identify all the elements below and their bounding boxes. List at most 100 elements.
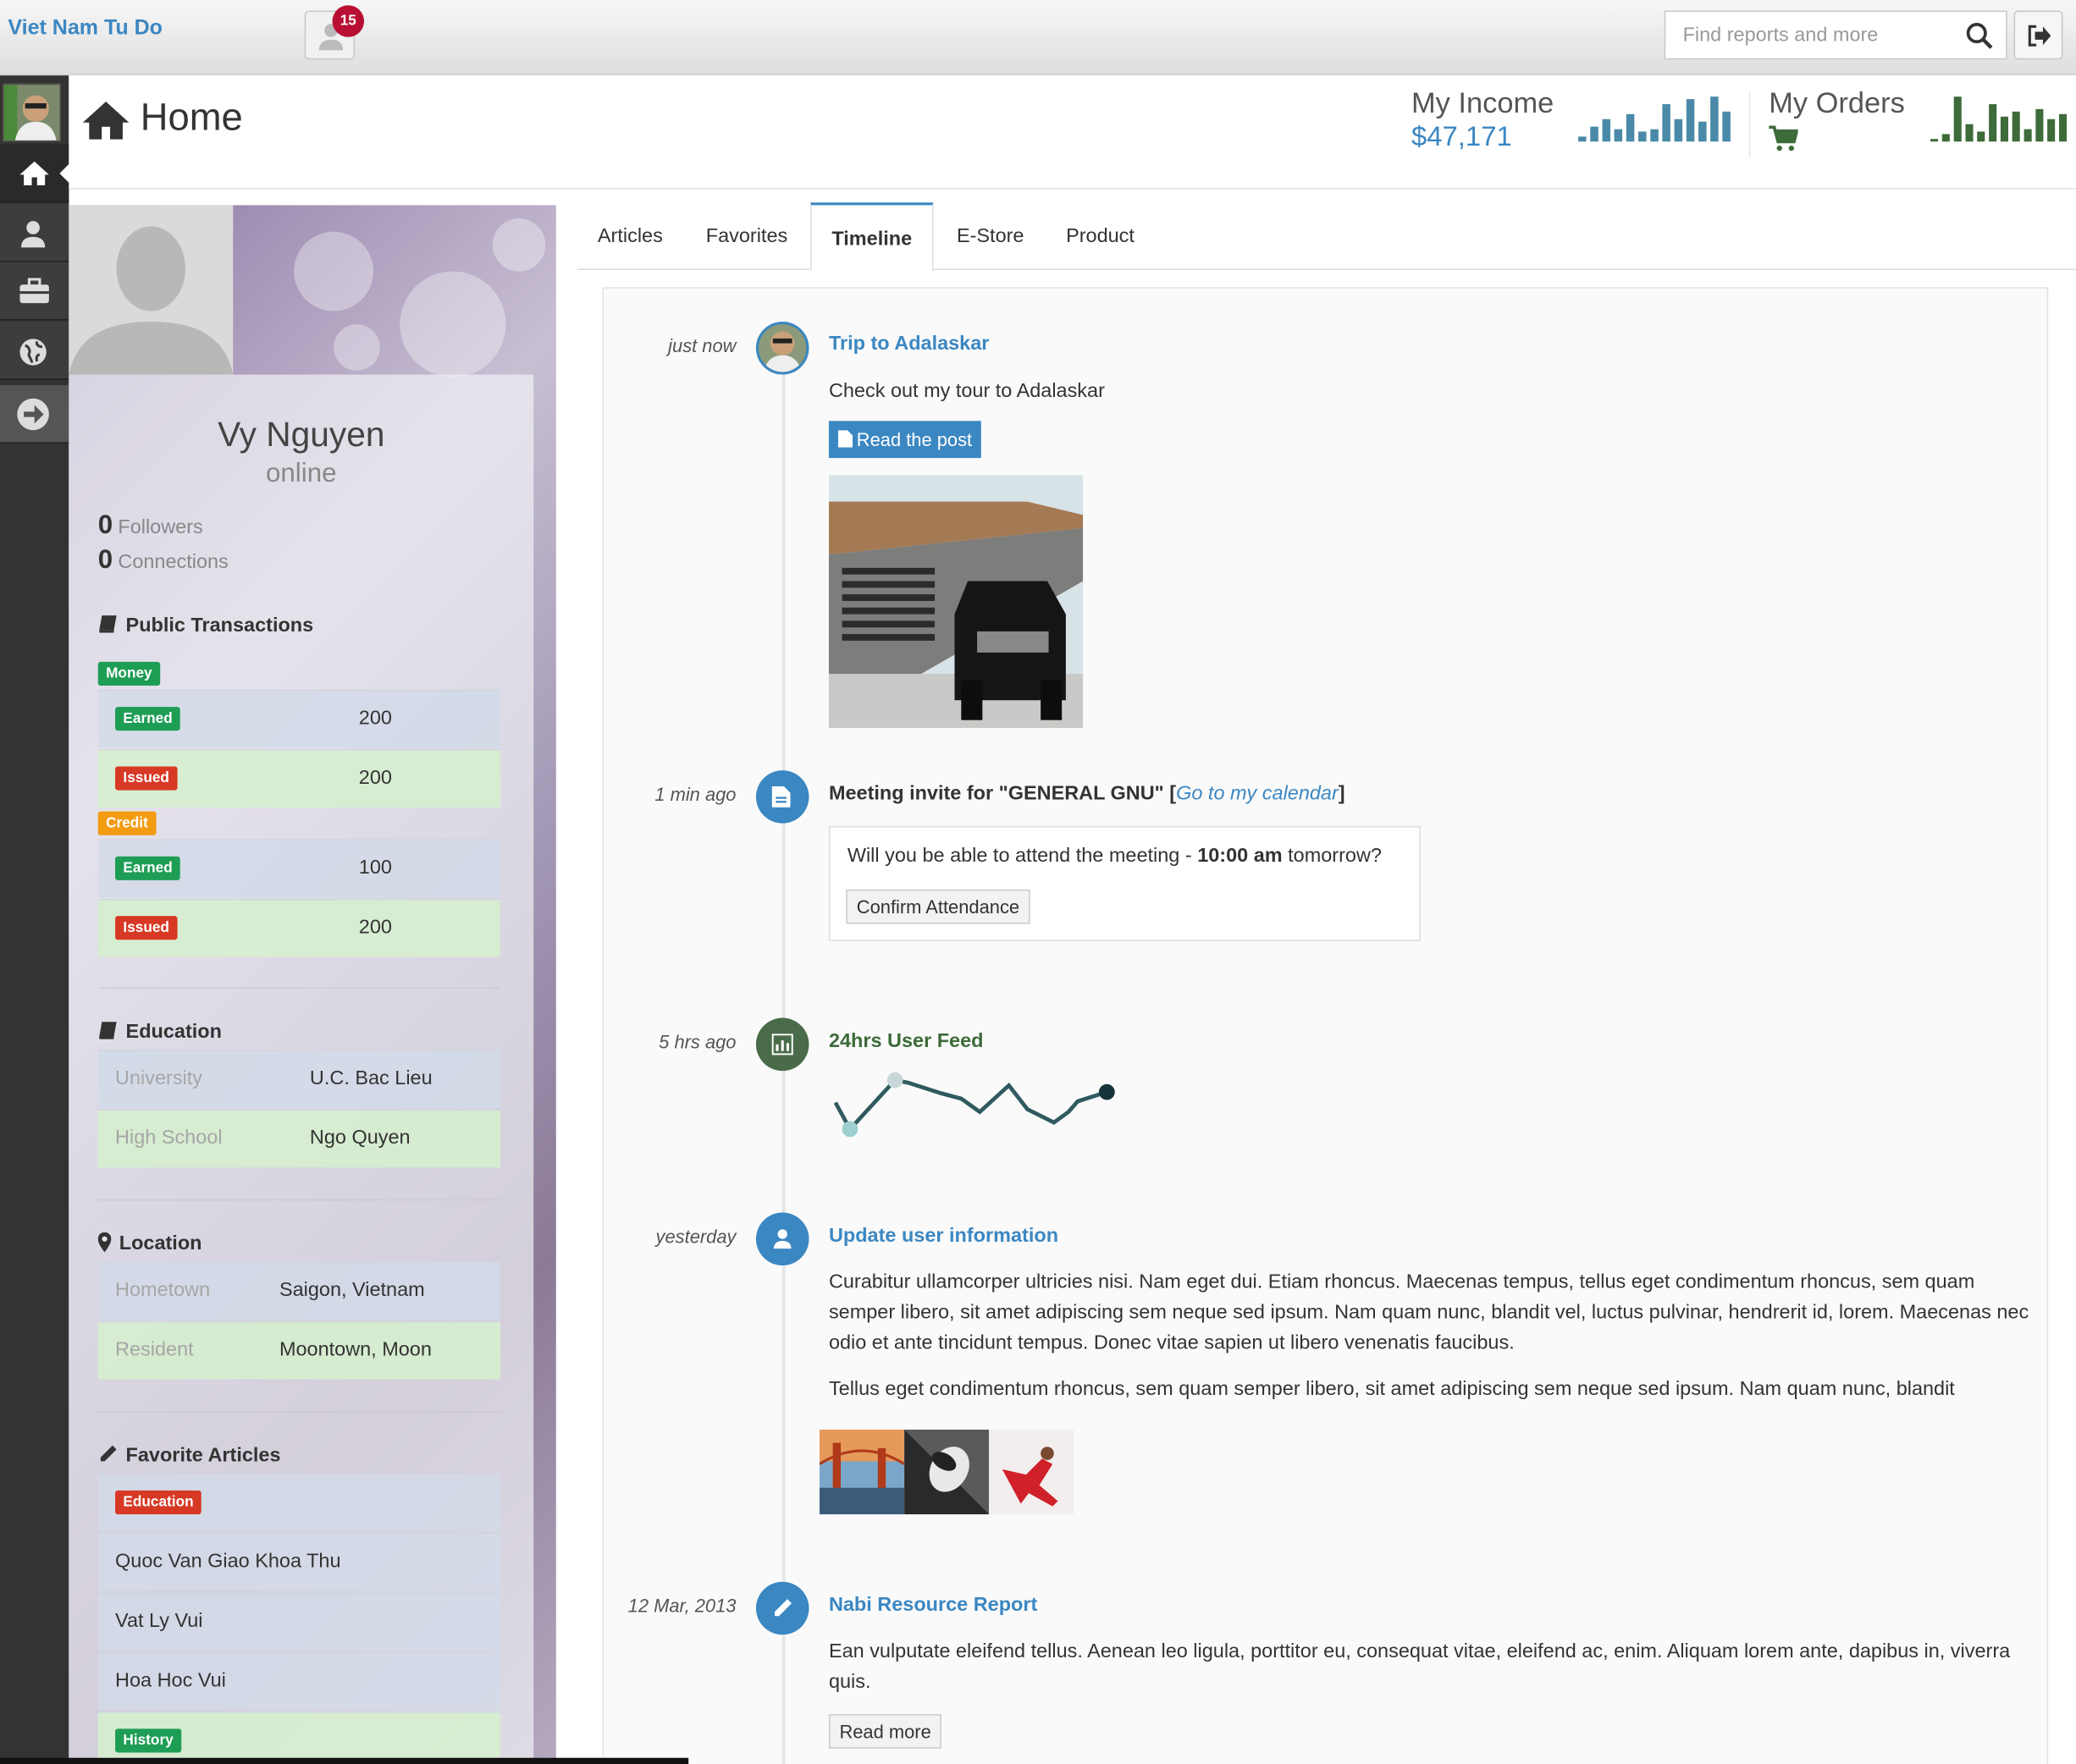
divider: [97, 1199, 501, 1201]
sparkline-bar: [2000, 116, 2008, 142]
logout-button[interactable]: [2013, 10, 2063, 60]
meeting-invite-title: Meeting invite for "GENERAL GNU" [Go to …: [828, 782, 1345, 805]
article-item[interactable]: Quoc Van Giao Khoa Thu: [97, 1532, 501, 1591]
profile-card: Vy Nguyen online 0 Followers 0 Connections…: [69, 374, 534, 1764]
profile-name: Vy Nguyen: [218, 414, 385, 455]
user-icon: [21, 221, 46, 248]
sidebar-item-arrow[interactable]: [0, 385, 69, 444]
sparkline-bar: [2059, 113, 2068, 142]
article-category-row: History: [97, 1711, 501, 1764]
location-key: Hometown: [115, 1278, 211, 1302]
user-feed-chart: [833, 1072, 1115, 1138]
tab-e-store[interactable]: E-Store: [937, 202, 1043, 270]
article-title: Vat Ly Vui: [115, 1609, 203, 1633]
transaction-value: 200: [358, 707, 392, 730]
sparkline-bar: [1578, 136, 1587, 142]
notification-count-badge: 15: [332, 5, 365, 37]
education-row: University U.C. Bac Lieu: [97, 1050, 501, 1108]
sparkline-bar: [1953, 96, 1962, 142]
sparkline-bar: [1638, 131, 1647, 142]
search-input[interactable]: [1665, 12, 1957, 58]
user-avatar[interactable]: [3, 83, 61, 142]
location-heading: Location: [97, 1232, 202, 1254]
event-time: 5 hrs ago: [659, 1031, 737, 1053]
briefcase-icon: [19, 278, 49, 304]
sparkline-bar: [2047, 119, 2056, 142]
location-row: Hometown Saigon, Vietnam: [97, 1261, 501, 1320]
location-row: Resident Moontown, Moon: [97, 1320, 501, 1380]
sparkline-bar: [1930, 139, 1939, 142]
sidebar-item-briefcase[interactable]: [0, 262, 69, 321]
pencil-icon: [775, 1599, 792, 1617]
sparkline-bar: [1722, 111, 1731, 142]
income-label: My Income: [1411, 85, 1554, 119]
notifications-button[interactable]: 15: [304, 5, 365, 60]
education-row: High School Ngo Quyen: [97, 1109, 501, 1168]
profile-panel: Vy Nguyen online 0 Followers 0 Connections…: [69, 205, 556, 1764]
article-title: Quoc Van Giao Khoa Thu: [115, 1550, 341, 1573]
money-label: Money: [97, 661, 160, 686]
education-value: Ngo Quyen: [309, 1126, 411, 1149]
sparkline-bar: [1674, 119, 1683, 142]
location-value: Saigon, Vietnam: [279, 1278, 425, 1302]
orders-label: My Orders: [1769, 85, 1905, 119]
meeting-invite-box: Will you be able to attend the meeting -…: [828, 825, 1421, 941]
issued-tag: Issued: [115, 766, 178, 791]
sparkline-bar: [2012, 111, 2020, 142]
brand-logo[interactable]: Viet Nam Tu Do: [8, 17, 163, 41]
education-value: U.C. Bac Lieu: [309, 1067, 433, 1090]
tab-favorites[interactable]: Favorites: [687, 202, 807, 270]
home-icon: [82, 102, 130, 140]
left-sidebar: [0, 75, 70, 1764]
followers-number: 0: [97, 510, 113, 541]
pencil-icon: [100, 1445, 117, 1462]
profile-photo-placeholder: [69, 205, 234, 375]
connections-label: Connections: [118, 550, 229, 574]
bar-chart-icon: [771, 1034, 793, 1056]
photo-thumbnail[interactable]: [904, 1429, 990, 1514]
shopping-cart-icon: [1769, 125, 1799, 152]
read-more-button[interactable]: Read more: [828, 1714, 942, 1749]
sparkline-bar: [1698, 121, 1707, 142]
photo-thumbnail[interactable]: [819, 1429, 905, 1514]
search-icon[interactable]: [1966, 23, 1993, 49]
event-title-link[interactable]: Nabi Resource Report: [829, 1594, 1037, 1617]
post-image[interactable]: [828, 475, 1084, 729]
sidebar-item-globe[interactable]: [0, 322, 69, 380]
earned-tag: Earned: [115, 856, 181, 880]
confirm-attendance-button[interactable]: Confirm Attendance: [846, 889, 1030, 924]
sidebar-item-home[interactable]: [0, 144, 70, 203]
book-icon: [99, 615, 117, 633]
sparkline-bar: [1626, 113, 1635, 142]
followers-count[interactable]: 0 Followers: [98, 511, 203, 542]
location-value: Moontown, Moon: [279, 1338, 432, 1361]
event-icon-dot: [755, 1212, 809, 1265]
event-text: Ean vulputate eleifend tellus. Aenean le…: [828, 1640, 2011, 1694]
article-item[interactable]: Vat Ly Vui: [97, 1592, 501, 1651]
tab-timeline[interactable]: Timeline: [810, 202, 934, 272]
sparkline-bar: [2035, 108, 2044, 142]
education-key: High School: [115, 1126, 223, 1149]
go-to-calendar-link[interactable]: Go to my calendar: [1176, 782, 1339, 805]
page-title: Home: [140, 96, 243, 140]
favorite-articles-heading: Favorite Articles: [98, 1444, 281, 1467]
public-transactions-heading: Public Transactions: [98, 615, 313, 637]
photo-thumbnails: [819, 1429, 1074, 1514]
event-title-link[interactable]: Update user information: [829, 1225, 1058, 1248]
home-icon: [19, 161, 49, 185]
tab-articles[interactable]: Articles: [577, 202, 683, 270]
tab-product[interactable]: Product: [1047, 202, 1153, 270]
map-marker-icon: [97, 1232, 112, 1253]
read-the-post-button[interactable]: Read the post: [828, 421, 982, 459]
event-time: yesterday: [655, 1226, 737, 1248]
event-avatar: [755, 322, 809, 375]
education-category-tag: Education: [115, 1490, 202, 1514]
event-text: Check out my tour to Adalaskar: [828, 379, 1105, 403]
article-item[interactable]: Hoa Hoc Vui: [97, 1651, 501, 1711]
connections-count[interactable]: 0 Connections: [98, 545, 229, 576]
event-title-link[interactable]: Trip to Adalaskar: [829, 333, 989, 356]
event-time: just now: [668, 334, 737, 356]
photo-thumbnail[interactable]: [989, 1429, 1074, 1514]
orders-sparkline: [1930, 96, 2068, 142]
sidebar-item-user[interactable]: [0, 203, 69, 262]
